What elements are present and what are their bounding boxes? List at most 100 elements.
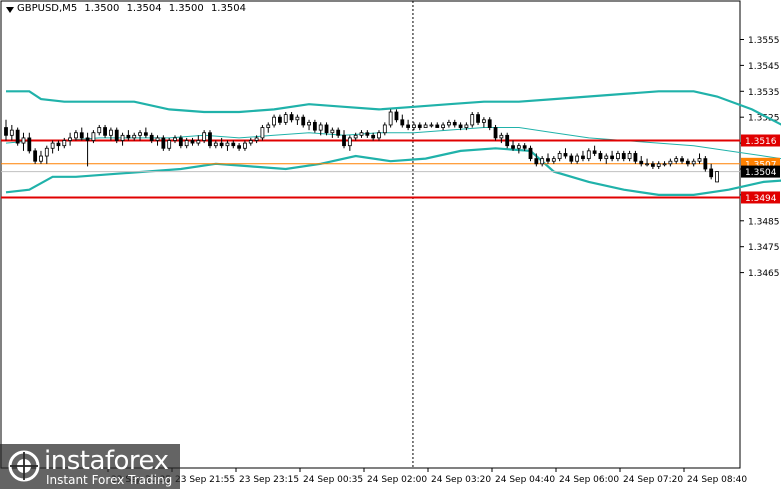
instaforex-logo-icon bbox=[8, 450, 40, 482]
x-tick-label: 24 Sep 04:40 bbox=[495, 475, 555, 485]
candle-body-down bbox=[417, 124, 422, 128]
candle bbox=[388, 109, 393, 128]
symbol-label: GBPUSD,M5 bbox=[17, 3, 78, 14]
candle-body-up bbox=[674, 158, 679, 162]
candle bbox=[114, 127, 119, 144]
candle-body-up bbox=[359, 132, 364, 136]
candle-body-down bbox=[493, 127, 498, 139]
candle-body-down bbox=[15, 129, 20, 144]
candle-body-up bbox=[715, 171, 719, 183]
candle-body-up bbox=[44, 147, 49, 157]
candle-body-down bbox=[231, 142, 236, 147]
candle-body-down bbox=[143, 132, 148, 136]
y-tick-label: 1.3465 bbox=[748, 269, 780, 279]
candle-body-up bbox=[540, 158, 545, 165]
candle-body-down bbox=[342, 134, 346, 147]
candle-body-up bbox=[377, 132, 381, 139]
candle-body-down bbox=[190, 140, 195, 144]
candle-body-down bbox=[289, 114, 294, 121]
candle-body-up bbox=[388, 111, 393, 126]
candle-body-up bbox=[155, 137, 160, 141]
chart-header: GBPUSD,M5 1.3500 1.3504 1.3500 1.3504 bbox=[17, 3, 250, 14]
price-chart[interactable]: 1.35551.35451.35351.35251.35151.35051.34… bbox=[0, 0, 781, 489]
y-tick-label: 1.3545 bbox=[748, 62, 780, 72]
chart-menu-triangle-icon[interactable] bbox=[6, 7, 14, 13]
candle-body-up bbox=[283, 114, 288, 123]
candle-body-down bbox=[435, 124, 440, 128]
candle-body-down bbox=[312, 121, 317, 131]
candle-body-down bbox=[592, 150, 597, 154]
candle-body-down bbox=[126, 134, 131, 139]
instaforex-watermark: instaforex Instant Forex Trading bbox=[0, 444, 180, 489]
level-price-label: 1.3494 bbox=[745, 194, 777, 204]
candle-body-up bbox=[662, 163, 667, 166]
close-value: 1.3504 bbox=[210, 3, 246, 14]
candle-body-up bbox=[575, 155, 580, 162]
candle bbox=[493, 124, 498, 141]
candle-body-up bbox=[202, 132, 207, 141]
candle-body-up bbox=[254, 137, 259, 141]
candle-body-down bbox=[406, 124, 411, 128]
x-tick-label: 24 Sep 03:20 bbox=[431, 475, 491, 485]
y-tick-label: 1.3555 bbox=[748, 36, 780, 46]
candle-body-up bbox=[138, 132, 142, 136]
candle-body-up bbox=[167, 140, 172, 149]
candle-body-down bbox=[680, 158, 684, 162]
candle-body-down bbox=[237, 145, 242, 149]
candle-body-up bbox=[39, 155, 43, 162]
x-tick-label: 23 Sep 21:55 bbox=[175, 475, 235, 485]
candle-body-down bbox=[633, 153, 638, 162]
candle-body-down bbox=[161, 137, 166, 149]
level-price-label: 1.3516 bbox=[745, 137, 777, 147]
candle-body-down bbox=[85, 137, 90, 141]
candle-body-up bbox=[266, 124, 271, 128]
candle bbox=[505, 132, 510, 149]
candle-body-up bbox=[272, 116, 276, 126]
candle bbox=[470, 112, 475, 128]
candle-body-up bbox=[551, 158, 556, 162]
candle-body-down bbox=[709, 168, 714, 178]
candle-body-down bbox=[563, 153, 568, 157]
candle-body-up bbox=[213, 142, 218, 147]
candle-body-down bbox=[208, 132, 212, 147]
candle-body-down bbox=[569, 155, 574, 162]
current-price-label: 1.3504 bbox=[745, 168, 777, 178]
candle-body-up bbox=[260, 127, 265, 139]
candle bbox=[208, 130, 212, 149]
x-tick-label: 23 Sep 23:15 bbox=[239, 475, 299, 485]
candle-body-down bbox=[33, 150, 38, 162]
candle-body-up bbox=[330, 129, 335, 134]
candle-body-up bbox=[318, 124, 323, 131]
high-value: 1.3504 bbox=[126, 3, 162, 14]
candle-body-down bbox=[505, 134, 510, 147]
candle-body-up bbox=[668, 160, 673, 165]
candle-body-up bbox=[470, 114, 475, 126]
candle-body-up bbox=[97, 127, 102, 134]
candle-body-down bbox=[522, 145, 527, 149]
candle-body-up bbox=[557, 153, 562, 160]
candle bbox=[528, 145, 533, 162]
candle-body-down bbox=[219, 142, 224, 147]
x-tick-label: 24 Sep 00:35 bbox=[303, 475, 363, 485]
candle-body-down bbox=[114, 129, 119, 141]
candle-body-down bbox=[546, 158, 550, 162]
candle-body-up bbox=[447, 121, 451, 126]
candle-body-down bbox=[610, 155, 614, 160]
candle-body-up bbox=[656, 163, 661, 167]
y-tick-label: 1.3475 bbox=[748, 243, 780, 253]
candle-body-up bbox=[196, 140, 201, 144]
candle-body-up bbox=[353, 134, 358, 139]
candle-body-down bbox=[452, 121, 457, 126]
candle-body-up bbox=[109, 129, 113, 136]
candle-body-down bbox=[511, 145, 515, 149]
candle-body-up bbox=[697, 158, 702, 162]
x-tick-label: 24 Sep 07:20 bbox=[623, 475, 683, 485]
candle-body-down bbox=[324, 124, 329, 134]
candle-body-up bbox=[74, 132, 78, 139]
candle bbox=[260, 124, 265, 141]
candle bbox=[715, 171, 719, 183]
candle bbox=[33, 148, 38, 164]
candle-body-up bbox=[184, 140, 189, 147]
candle-body-up bbox=[481, 119, 486, 123]
candle-body-up bbox=[586, 150, 591, 160]
